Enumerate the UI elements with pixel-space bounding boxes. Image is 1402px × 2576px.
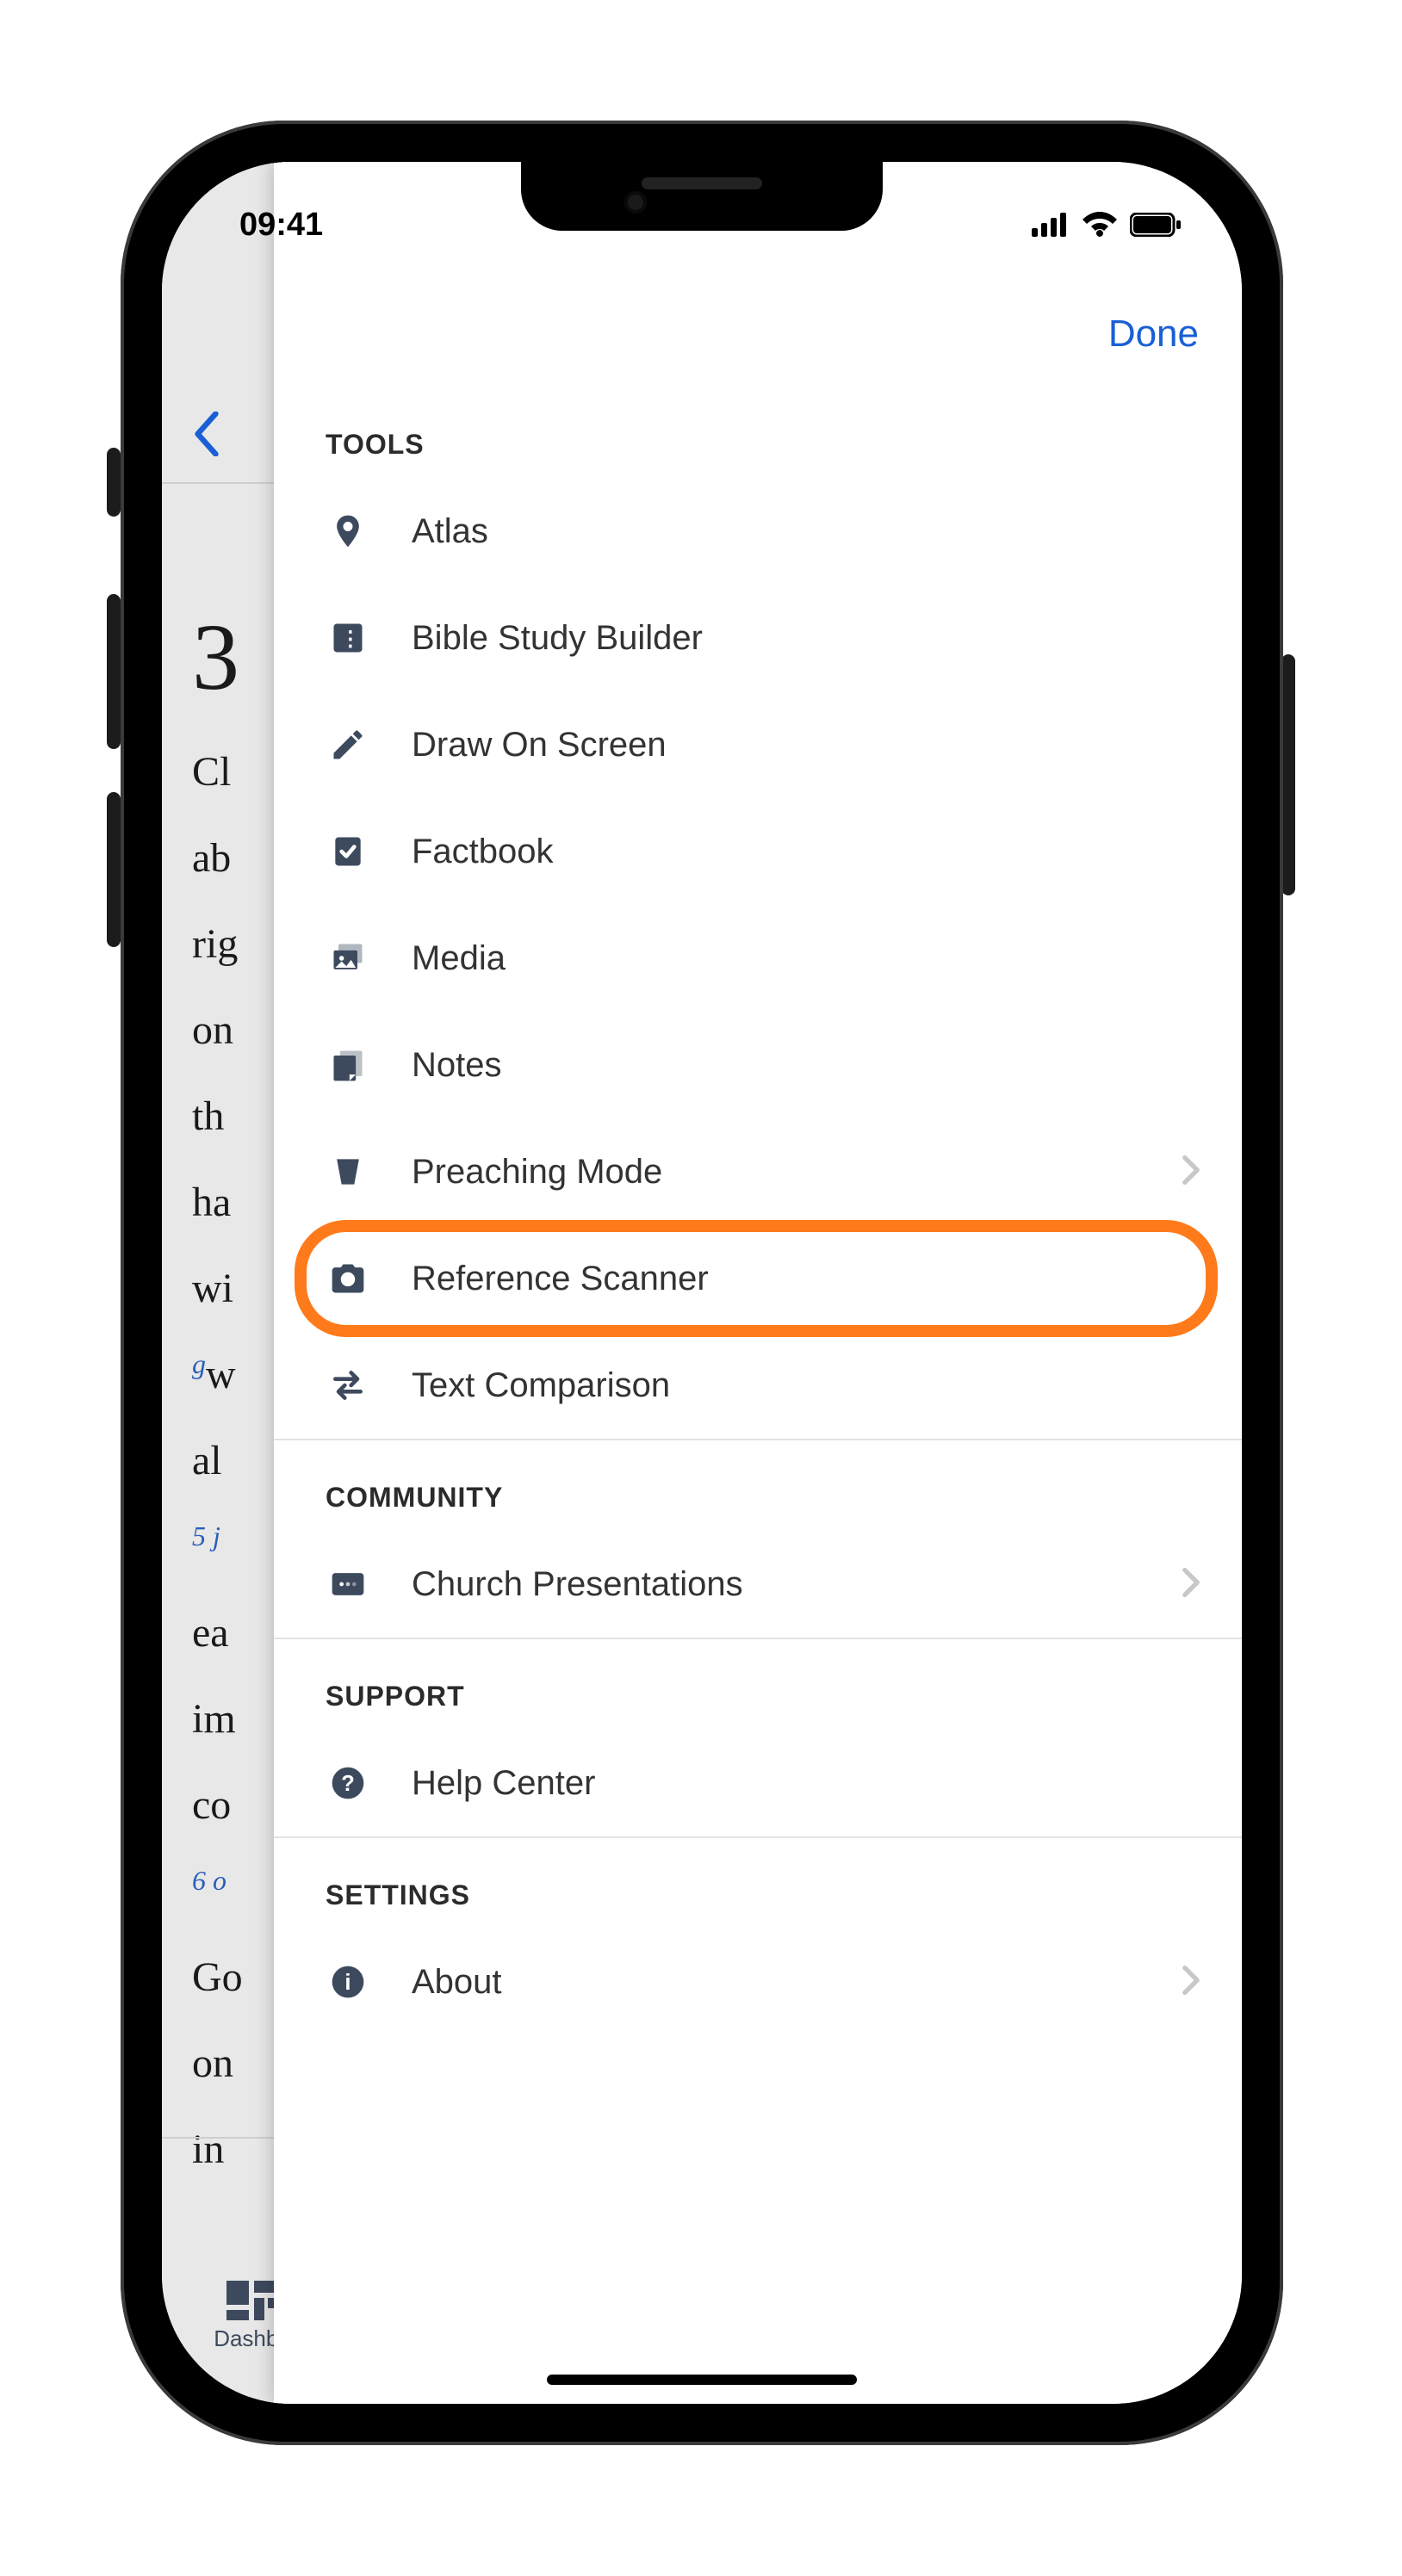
menu-item-label: Factbook	[412, 833, 1202, 871]
atlas-pin-icon	[322, 512, 374, 550]
reader-text: 3 Cl ab rig on th ha wi gw al 5 j	[192, 610, 243, 2194]
home-indicator[interactable]	[547, 2375, 857, 2385]
status-indicators	[1032, 212, 1182, 238]
section-header-settings: SETTINGS	[274, 1838, 1242, 1929]
study-builder-icon: ⋮⋮	[322, 619, 374, 657]
done-button[interactable]: Done	[1108, 313, 1199, 356]
menu-item-church-presentations[interactable]: Church Presentations	[274, 1531, 1242, 1638]
presentation-icon	[322, 1565, 374, 1603]
menu-item-preaching-mode[interactable]: Preaching Mode	[274, 1118, 1242, 1225]
svg-text:i: i	[344, 1971, 350, 1995]
menu-item-label: Bible Study Builder	[412, 619, 1202, 658]
info-icon: i	[322, 1963, 374, 2001]
menu-item-reference-scanner[interactable]: Reference Scanner	[274, 1225, 1242, 1332]
menu-item-label: Media	[412, 939, 1202, 978]
menu-item-label: Preaching Mode	[412, 1153, 1180, 1192]
pencil-icon	[322, 726, 374, 764]
menu-item-atlas[interactable]: Atlas	[274, 478, 1242, 585]
chevron-right-icon	[1180, 1567, 1202, 1602]
section-header-tools: TOOLS	[274, 420, 1242, 478]
phone-frame: 09:41	[121, 121, 1283, 2445]
menu-item-notes[interactable]: Notes	[274, 1012, 1242, 1118]
menu-item-help-center[interactable]: ? Help Center	[274, 1730, 1242, 1836]
section-header-community: COMMUNITY	[274, 1440, 1242, 1531]
menu-item-label: Reference Scanner	[412, 1260, 1202, 1298]
notch	[521, 162, 883, 231]
chevron-right-icon	[1180, 1965, 1202, 2000]
phone-power-button	[1281, 654, 1295, 895]
help-icon: ?	[322, 1764, 374, 1802]
menu-item-label: About	[412, 1963, 1180, 2002]
podium-icon	[322, 1153, 374, 1191]
phone-volume-up	[107, 594, 121, 749]
cellular-icon	[1032, 213, 1070, 237]
screen: 09:41	[162, 162, 1242, 2404]
chevron-right-icon	[1180, 1155, 1202, 1190]
tools-drawer: Done TOOLS Atlas ⋮⋮	[274, 162, 1242, 2404]
swap-arrows-icon	[322, 1366, 374, 1404]
menu-item-label: Atlas	[412, 512, 1202, 551]
menu-item-label: Draw On Screen	[412, 726, 1202, 765]
svg-text:⋮⋮: ⋮⋮	[340, 628, 367, 651]
menu-item-bible-study-builder[interactable]: ⋮⋮ Bible Study Builder	[274, 585, 1242, 691]
notes-icon	[322, 1046, 374, 1084]
phone-silence-switch	[107, 448, 121, 517]
menu-item-text-comparison[interactable]: Text Comparison	[274, 1332, 1242, 1439]
camera-icon	[322, 1260, 374, 1297]
phone-volume-down	[107, 792, 121, 947]
dashboard-icon: +	[226, 2281, 278, 2320]
menu-item-label: Church Presentations	[412, 1565, 1180, 1604]
wifi-icon	[1082, 212, 1118, 238]
status-time: 09:41	[239, 207, 323, 244]
menu-item-label: Help Center	[412, 1764, 1202, 1803]
menu-item-media[interactable]: Media	[274, 905, 1242, 1012]
menu-item-about[interactable]: i About	[274, 1929, 1242, 2035]
factbook-icon	[322, 833, 374, 870]
menu-item-factbook[interactable]: Factbook	[274, 798, 1242, 905]
back-button[interactable]	[188, 412, 226, 461]
battery-icon	[1130, 213, 1182, 237]
section-header-support: SUPPORT	[274, 1639, 1242, 1730]
menu-item-label: Notes	[412, 1046, 1202, 1085]
menu-item-label: Text Comparison	[412, 1366, 1202, 1405]
svg-text:?: ?	[341, 1772, 355, 1796]
media-icon	[322, 939, 374, 977]
menu-item-draw-on-screen[interactable]: Draw On Screen	[274, 691, 1242, 798]
